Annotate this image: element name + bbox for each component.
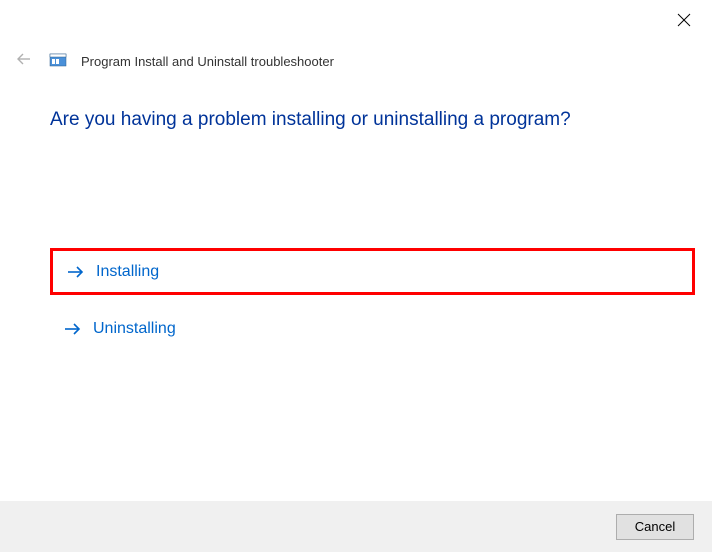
option-installing[interactable]: Installing — [50, 248, 695, 295]
close-button[interactable] — [674, 12, 694, 32]
troubleshooter-icon — [49, 52, 67, 70]
page-heading: Are you having a problem installing or u… — [50, 109, 571, 131]
back-arrow-icon — [15, 50, 33, 73]
back-button[interactable] — [13, 50, 35, 72]
arrow-right-icon — [63, 319, 83, 339]
options-list: Installing Uninstalling — [50, 248, 695, 352]
close-icon — [677, 13, 691, 32]
arrow-right-icon — [66, 262, 86, 282]
option-label: Uninstalling — [93, 320, 176, 338]
header-bar: Program Install and Uninstall troublesho… — [13, 50, 334, 72]
option-label: Installing — [96, 263, 159, 281]
cancel-button[interactable]: Cancel — [616, 514, 694, 540]
option-uninstalling[interactable]: Uninstalling — [50, 305, 695, 352]
window-title: Program Install and Uninstall troublesho… — [81, 54, 334, 69]
footer-bar: Cancel — [0, 501, 712, 552]
